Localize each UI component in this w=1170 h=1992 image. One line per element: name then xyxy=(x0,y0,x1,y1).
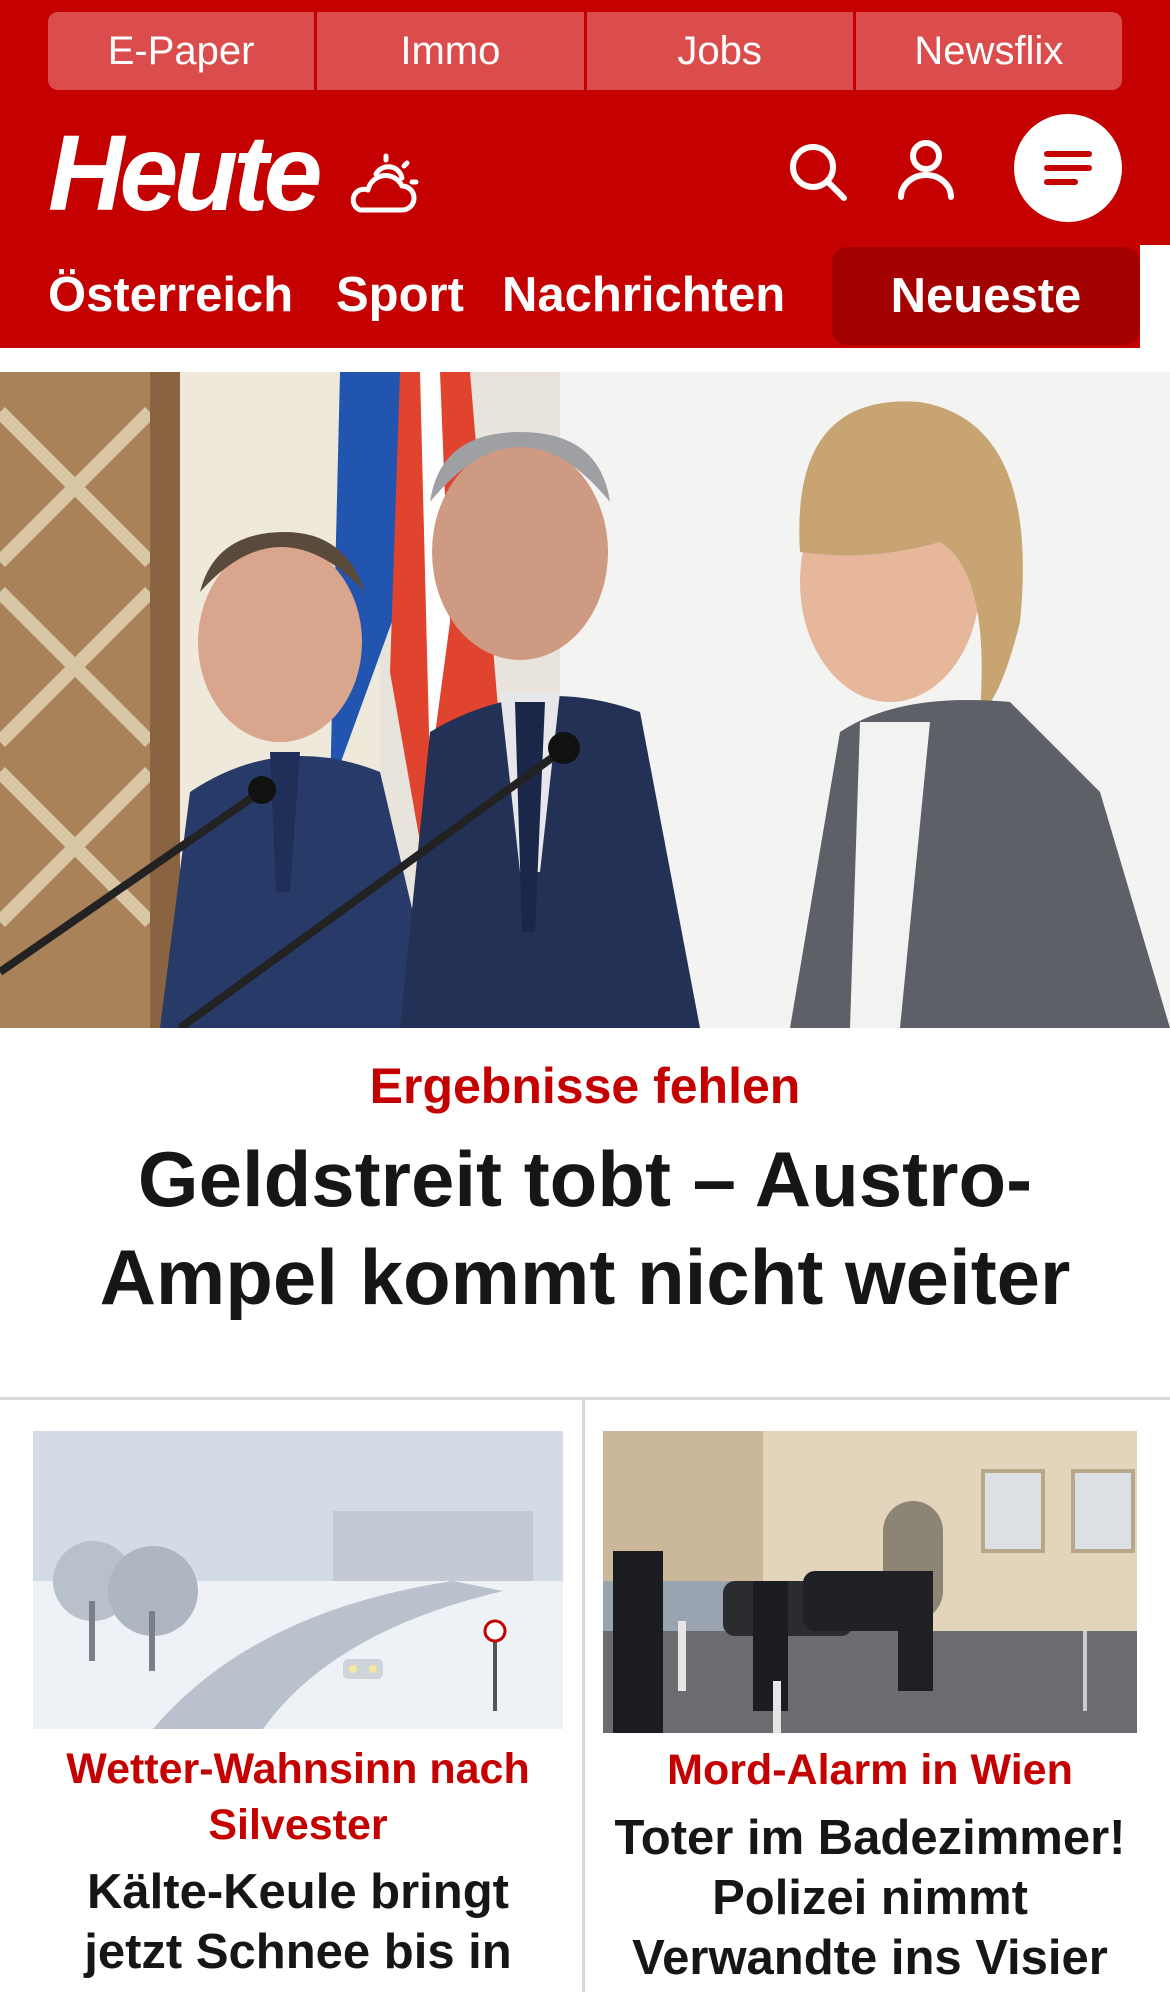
topnav-jobs[interactable]: Jobs xyxy=(586,12,856,90)
hero-image[interactable] xyxy=(0,372,1170,1028)
teaser-headline-weather[interactable]: Kälte-Keule bringt jetzt Schnee bis in xyxy=(33,1862,563,1982)
topnav-newsflix[interactable]: Newsflix xyxy=(855,12,1122,90)
column-divider xyxy=(582,1400,585,1992)
menu-icon xyxy=(1044,151,1092,185)
teaser-image-snow[interactable] xyxy=(33,1431,563,1729)
topnav-immo[interactable]: Immo xyxy=(317,12,587,90)
category-oesterreich[interactable]: Österreich xyxy=(48,265,293,325)
account-button[interactable] xyxy=(890,134,962,206)
user-icon xyxy=(898,140,954,200)
teaser-image-police[interactable] xyxy=(603,1431,1137,1733)
top-navigation: E-Paper Immo Jobs Newsflix xyxy=(48,12,1122,90)
category-sport[interactable]: Sport xyxy=(336,265,464,325)
category-neueste[interactable]: Neueste xyxy=(832,247,1140,345)
cloud-sun-icon[interactable] xyxy=(346,152,420,216)
teaser-kicker-weather[interactable]: Wetter-Wahnsinn nach Silvester xyxy=(33,1741,563,1853)
site-logo[interactable]: Heute xyxy=(48,118,322,228)
teaser-headline-crime[interactable]: Toter im Badezimmer! Polizei nimmt Verwa… xyxy=(603,1808,1137,1988)
hero-headline[interactable]: Geldstreit tobt – Austro-Ampel kommt nic… xyxy=(40,1130,1130,1326)
category-navigation: Österreich Sport Nachrichten Neueste xyxy=(0,245,1170,348)
teaser-kicker-crime[interactable]: Mord-Alarm in Wien xyxy=(603,1742,1137,1798)
topnav-epaper[interactable]: E-Paper xyxy=(48,12,318,90)
site-header: E-Paper Immo Jobs Newsflix Heute xyxy=(0,0,1170,245)
section-divider xyxy=(0,1397,1170,1400)
search-icon xyxy=(790,144,847,201)
search-button[interactable] xyxy=(782,136,854,208)
category-nachrichten[interactable]: Nachrichten xyxy=(502,265,785,325)
hero-kicker[interactable]: Ergebnisse fehlen xyxy=(0,1050,1170,1122)
menu-button[interactable] xyxy=(1014,114,1122,222)
